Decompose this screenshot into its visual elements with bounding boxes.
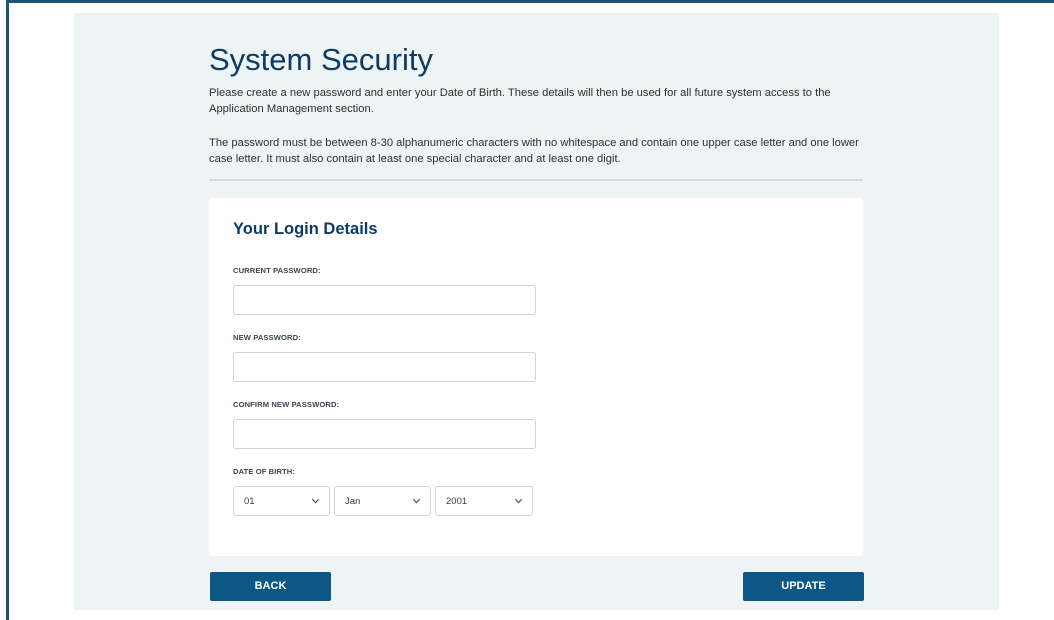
current-password-label: CURRENT PASSWORD: — [233, 266, 321, 275]
chevron-down-icon — [412, 498, 421, 504]
intro-text: Please create a new password and enter y… — [209, 87, 831, 115]
chevron-down-icon — [514, 498, 523, 504]
dob-label: DATE OF BIRTH: — [233, 467, 296, 476]
section-divider — [209, 179, 863, 181]
current-password-input[interactable] — [233, 285, 536, 315]
page-title: System Security — [209, 42, 433, 77]
new-password-label: NEW PASSWORD: — [233, 333, 301, 342]
confirm-password-input[interactable] — [233, 419, 536, 449]
back-button[interactable]: BACK — [210, 572, 331, 601]
password-rules-text: The password must be between 8-30 alphan… — [209, 137, 859, 165]
confirm-password-label: CONFIRM NEW PASSWORD: — [233, 400, 340, 409]
dob-year-value: 2001 — [446, 496, 468, 507]
update-button[interactable]: UPDATE — [743, 572, 864, 601]
dob-day-select[interactable]: 01 — [233, 486, 330, 516]
card-title: Your Login Details — [233, 220, 378, 238]
dob-day-value: 01 — [244, 496, 255, 507]
chevron-down-icon — [311, 498, 320, 504]
dob-year-select[interactable]: 2001 — [435, 486, 533, 516]
new-password-input[interactable] — [233, 352, 536, 382]
dob-month-select[interactable]: Jan — [334, 486, 431, 516]
dob-month-value: Jan — [345, 496, 361, 507]
